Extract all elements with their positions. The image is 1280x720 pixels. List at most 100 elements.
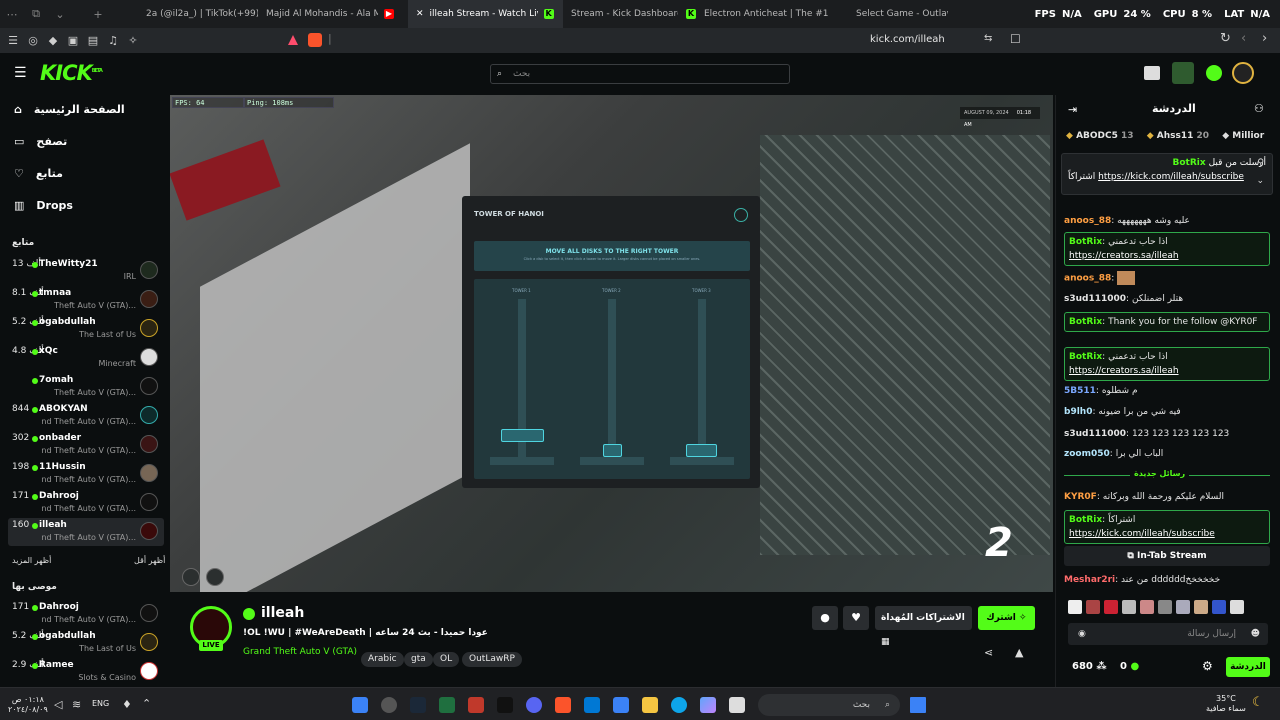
emote-icon[interactable] (1104, 600, 1118, 614)
recommended-channel-ogabdullah[interactable]: 5.2 ألفogabdullahThe Last of Us (8, 629, 164, 657)
tab-close-icon[interactable]: ✕ (416, 9, 424, 19)
share-icon[interactable]: ⇆ (984, 33, 992, 44)
dashboard-icon[interactable] (1144, 66, 1160, 80)
chat-username[interactable]: 5B511 (1064, 386, 1096, 396)
disk-small[interactable] (603, 444, 622, 457)
nav-drops[interactable]: ▥ Drops (14, 199, 73, 212)
show-less-link[interactable]: أظهر أقل (134, 556, 165, 565)
show-more-link[interactable]: أظهر المزيد (12, 556, 51, 565)
tab-tiktok[interactable]: 2a (@il2a_) | TikTok(+99)♪ (138, 0, 258, 28)
kick-logo[interactable]: KICKBETA (40, 61, 103, 85)
recommended-channel-ramee[interactable]: 2.9 ألفRameeSlots & Casino (8, 658, 164, 686)
taskbar-app-icon[interactable] (497, 697, 513, 713)
stream-category[interactable]: Grand Theft Auto V (GTA) (243, 647, 357, 657)
channel-points[interactable]: 680 ⁂ (1072, 661, 1107, 672)
recommended-channel-dahrooj[interactable]: 171 Dahrooj nd Theft Auto V (GTA)... (8, 600, 164, 628)
tag-ol[interactable]: OL (433, 652, 460, 667)
emote-icon[interactable] (1176, 600, 1190, 614)
music-icon[interactable]: ♫ (103, 34, 123, 47)
window-menu-icon[interactable]: ⋯ (0, 8, 24, 21)
chat-username[interactable]: s3ud111000 (1064, 294, 1126, 304)
hamburger-icon[interactable]: ☰ (14, 65, 27, 81)
menu-icon[interactable]: ☰ (3, 34, 23, 47)
chat-username[interactable]: BotRix (1069, 317, 1102, 327)
tab-kick-dashboard[interactable]: Stream - Kick Dashboard (563, 0, 678, 28)
subscribe-button[interactable]: اشترك ✧ (978, 606, 1035, 630)
bookmark-icon[interactable]: ☐ (1010, 32, 1021, 46)
tower-3[interactable] (698, 299, 706, 459)
disk-large[interactable] (501, 429, 544, 442)
tab-illeah-stream[interactable]: ✕ illeah Stream - Watch Live o K (408, 0, 563, 28)
tab-outlaw[interactable]: Select Game - Outlaw (848, 0, 948, 28)
emote-icon[interactable] (1212, 600, 1226, 614)
chat-username[interactable]: Meshar2ri (1064, 575, 1115, 585)
follow-heart-button[interactable]: ♥ (843, 606, 869, 630)
chat-username[interactable]: b9lh0 (1064, 407, 1092, 417)
unpin-icon[interactable]: ⚲ (1257, 158, 1264, 168)
chat-username[interactable]: BotRix (1069, 352, 1102, 362)
chat-send-button[interactable]: الدردشة (1226, 657, 1270, 677)
taskbar-brave-icon[interactable] (555, 697, 571, 713)
gift-subs-button[interactable]: الاشتراكات المُهداة ▦ (875, 606, 972, 647)
studio-icon[interactable] (1172, 62, 1194, 84)
emote-icon[interactable] (1122, 600, 1136, 614)
search-input[interactable]: ⌕ بحث (490, 64, 790, 84)
tag-gta[interactable]: gta (404, 652, 433, 667)
chat-link[interactable]: https://kick.com/illeah/subscribe (1069, 529, 1215, 539)
following-channel-dahrooj[interactable]: 171 Dahrooj nd Theft Auto V (GTA)... (8, 489, 164, 517)
volume-icon[interactable]: ◁ (54, 698, 62, 711)
disk-medium[interactable] (686, 444, 717, 457)
emote-picker-icon[interactable]: ☻ (1251, 623, 1260, 645)
wifi-icon[interactable]: ≋ (72, 698, 81, 711)
back-icon[interactable]: › (1262, 31, 1267, 46)
emote-icon[interactable] (1086, 600, 1100, 614)
report-icon[interactable]: ▲ (1015, 646, 1023, 659)
collapse-chat-icon[interactable]: ⇥ (1068, 103, 1077, 116)
following-channel-7omah[interactable]: 7omah Theft Auto V (GTA)... (8, 373, 164, 401)
new-tab-icon[interactable]: + (86, 8, 110, 21)
avatar[interactable] (1232, 62, 1254, 84)
gifter-name[interactable]: ABODC5 (1076, 131, 1118, 141)
url-text[interactable]: kick.com/illeah (870, 34, 945, 45)
taskbar-explorer-icon[interactable] (642, 697, 658, 713)
chevron-down-icon[interactable]: ⌄ (1256, 176, 1264, 186)
extensions-icon[interactable]: ✧ (123, 34, 143, 47)
wallet-icon[interactable]: ▣ (63, 34, 83, 47)
emote-icon[interactable] (1140, 600, 1154, 614)
taskbar-search[interactable]: بحث ⌕ (758, 694, 900, 716)
tray-chevron-icon[interactable]: ⌃ (142, 697, 151, 710)
tower-of-hanoi-panel[interactable]: TOWER OF HANOI MOVE ALL DISKS TO THE RIG… (462, 196, 760, 488)
reload-icon[interactable]: ↻ (1220, 31, 1231, 46)
kick-coin-icon[interactable] (1206, 65, 1222, 81)
pinned-user[interactable]: BotRix (1173, 158, 1206, 168)
users-icon[interactable]: ⚇ (1254, 102, 1264, 115)
taskbar-copilot-icon[interactable] (700, 697, 716, 713)
following-channel-ogabdullah[interactable]: 5.2 ألفogabdullahThe Last of Us (8, 315, 164, 343)
mic-icon[interactable]: ♦ (122, 698, 132, 711)
tab-electron[interactable]: K Electron Anticheat | The #1 FiveM A (678, 0, 848, 28)
taskbar-app-icon[interactable] (352, 697, 368, 713)
shield-icon[interactable]: ◎ (23, 34, 43, 47)
pinned-link[interactable]: https://kick.com/illeah/subscribe (1098, 172, 1244, 182)
gifter-name[interactable]: Ahss11 (1157, 131, 1194, 141)
taskbar-steam-icon[interactable] (410, 697, 426, 713)
taskbar-store-icon[interactable] (613, 697, 629, 713)
emote-icon[interactable] (1230, 600, 1244, 614)
settings-icon[interactable]: ⚙ (1202, 659, 1213, 673)
tower-2[interactable] (608, 299, 616, 459)
nav-following[interactable]: ♡ متابع (14, 167, 63, 180)
tab-actions-icon[interactable]: ⧉ (24, 7, 48, 21)
streamer-name[interactable]: illeah (261, 605, 304, 621)
tab-youtube[interactable]: Majid Al Mohandis - Ala Mooda ▶ (258, 0, 408, 28)
chat-username[interactable]: KYR0F (1064, 492, 1097, 502)
following-channel-xqc[interactable]: 4.8 ألفxQcMinecraft (8, 344, 164, 372)
emote-icon[interactable] (1158, 600, 1172, 614)
notification-bell-button[interactable]: ● (812, 606, 838, 630)
games-icon[interactable]: ◆ (43, 34, 63, 47)
chat-link[interactable]: https://creators.sa/illeah (1069, 366, 1179, 376)
tag-outlawrp[interactable]: OutLawRP (462, 652, 522, 667)
weather-widget[interactable]: 35°C سماء صافية (1206, 694, 1246, 714)
forward-icon[interactable]: ‹ (1241, 31, 1246, 46)
sidebar-icon[interactable]: ▤ (83, 34, 103, 47)
windows-start-icon[interactable] (910, 697, 926, 713)
